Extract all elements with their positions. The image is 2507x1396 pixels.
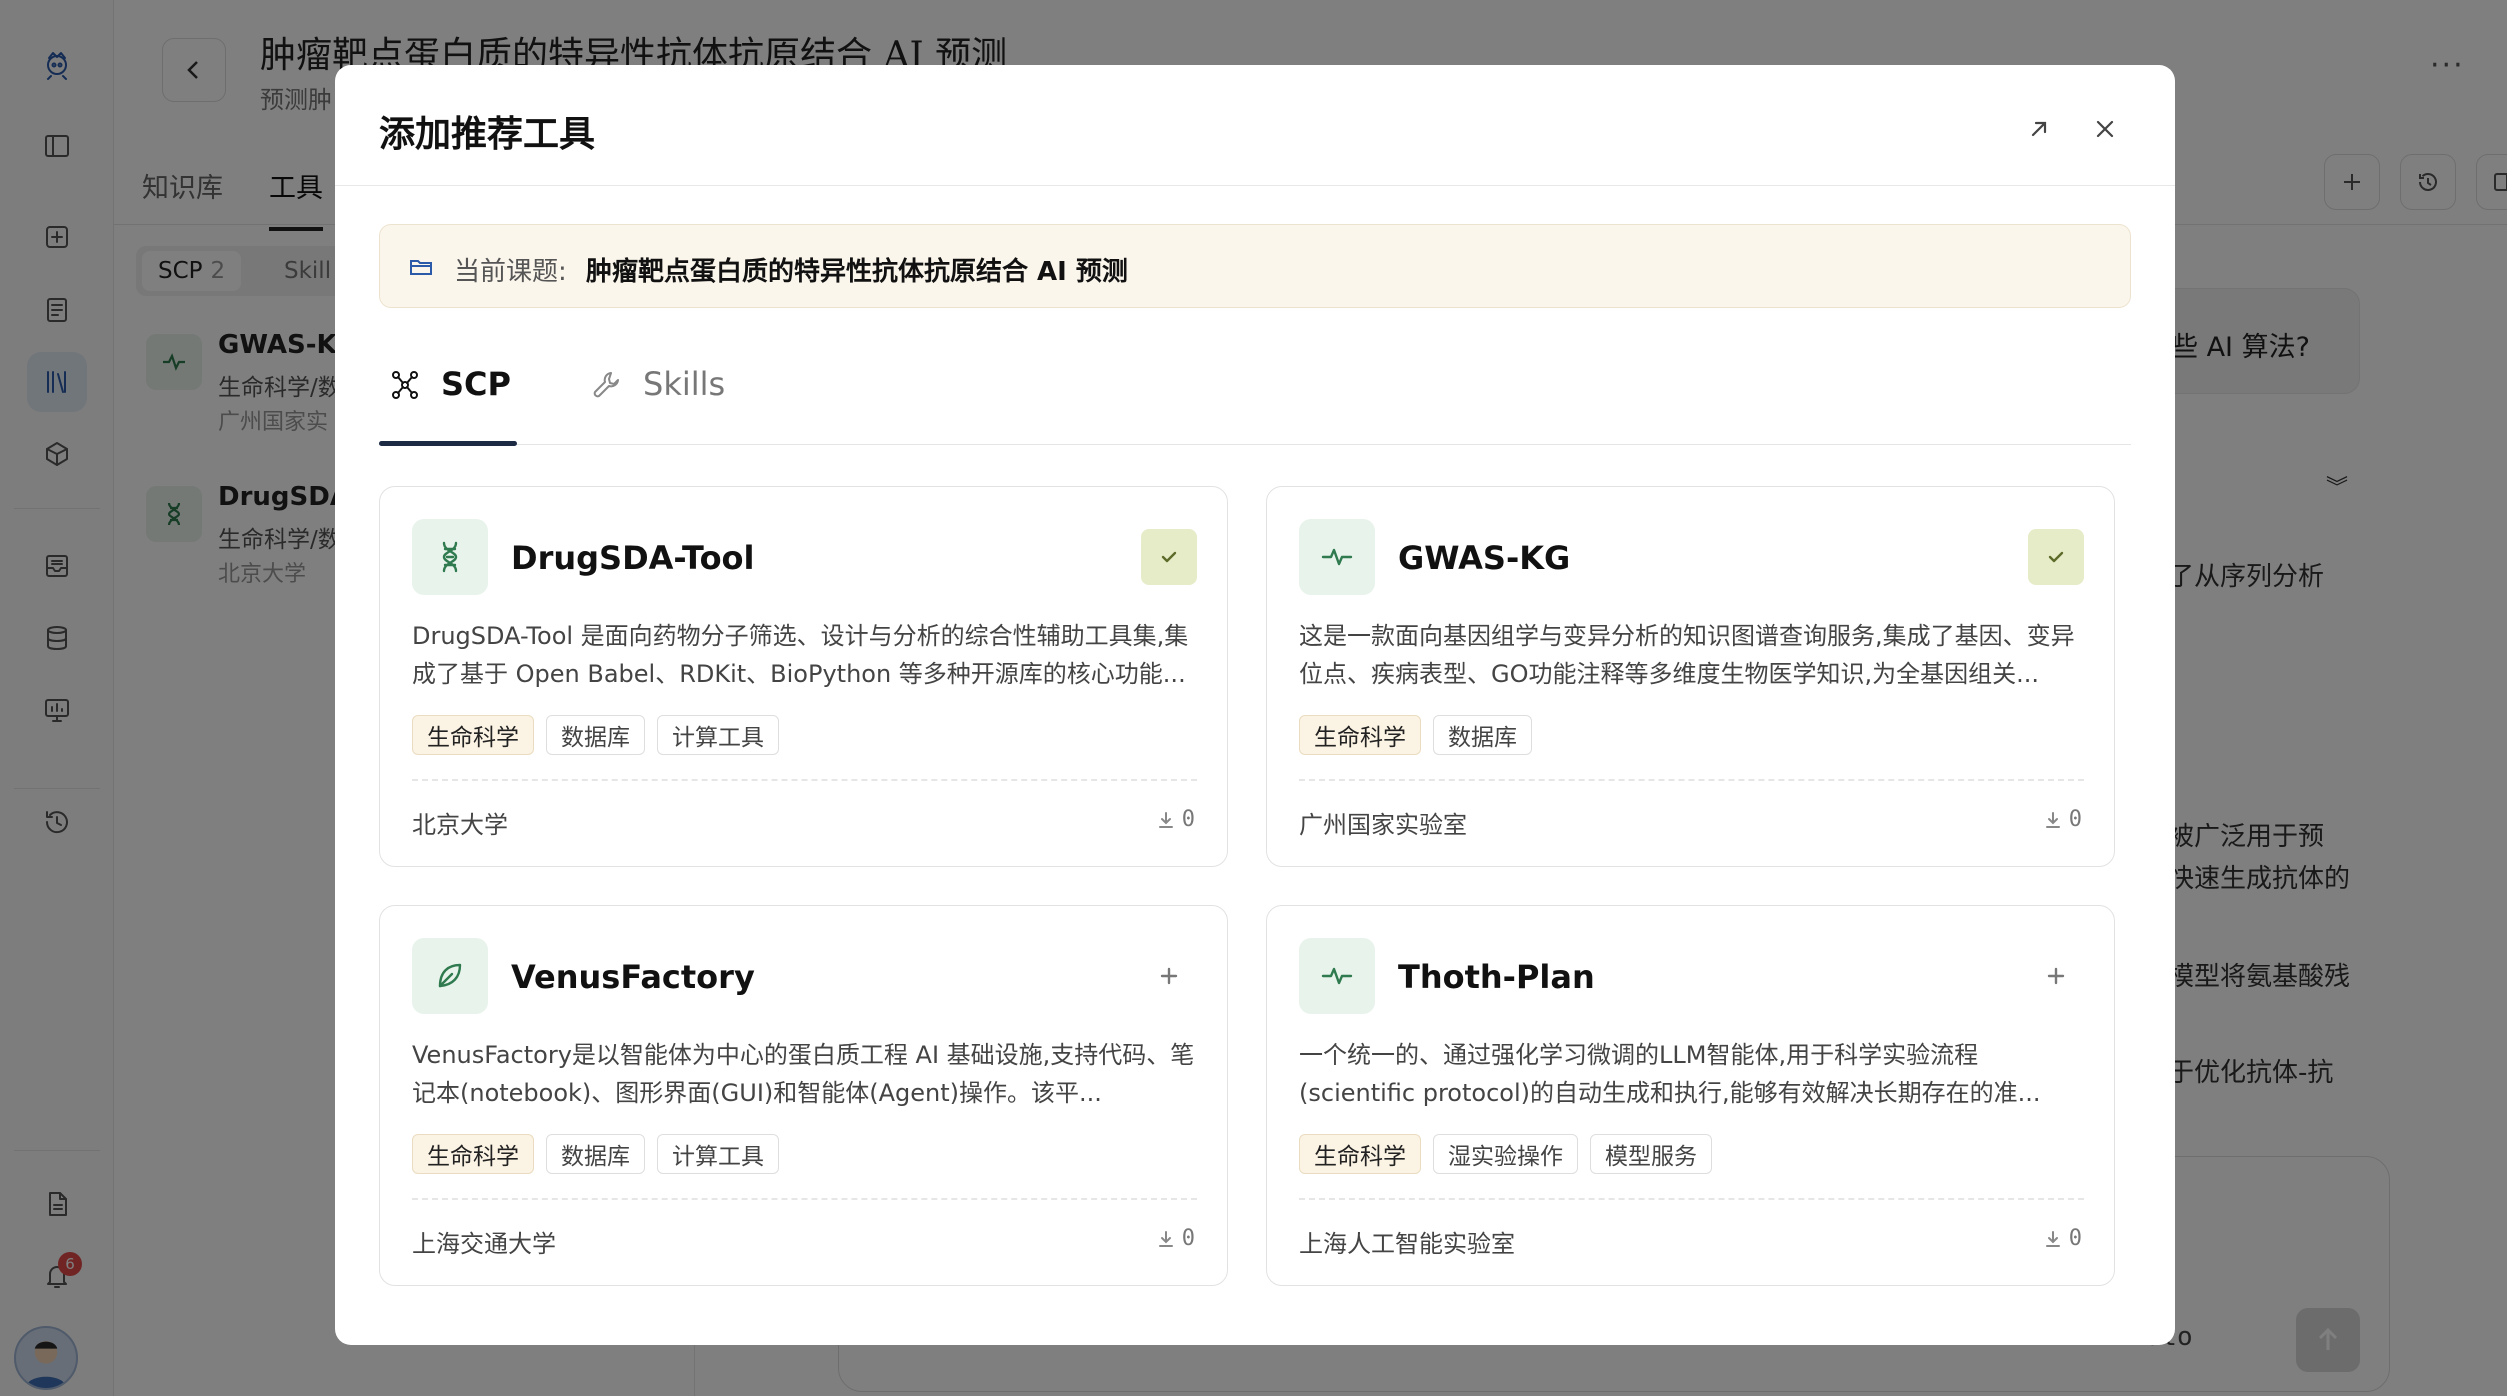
- added-check-button[interactable]: [1141, 529, 1197, 585]
- download-count: 0: [2043, 1226, 2082, 1251]
- card-divider: [412, 1198, 1197, 1200]
- tool-card-gwas-kg[interactable]: GWAS-KG 这是一款面向基因组学与变异分析的知识图谱查询服务,集成了基因、变…: [1266, 486, 2115, 867]
- check-icon: [1161, 551, 1177, 563]
- expand-icon: [2031, 121, 2047, 137]
- tool-org: 广州国家实验室: [1299, 811, 1467, 839]
- card-divider: [1299, 1198, 2084, 1200]
- tool-tags: 生命科学 数据库 计算工具: [412, 715, 779, 755]
- download-count-value: 0: [1181, 1226, 1195, 1251]
- tool-org: 上海交通大学: [412, 1230, 556, 1258]
- wrench-icon: [593, 372, 619, 398]
- tool-tags: 生命科学 湿实验操作 模型服务: [1299, 1134, 1712, 1174]
- tag: 数据库: [1433, 715, 1532, 755]
- tool-name: GWAS-KG: [1398, 539, 1571, 577]
- topic-label: 当前课题:: [454, 257, 567, 287]
- expand-button[interactable]: [2011, 101, 2067, 157]
- download-count: 0: [2043, 807, 2082, 832]
- close-icon: [2096, 120, 2114, 138]
- dna-icon: [412, 519, 488, 595]
- tag: 生命科学: [412, 1134, 534, 1174]
- network-icon: [392, 371, 418, 399]
- tab-scp-label: SCP: [441, 365, 511, 403]
- tool-tags: 生命科学 数据库: [1299, 715, 1532, 755]
- tag: 模型服务: [1590, 1134, 1712, 1174]
- download-count-value: 0: [1181, 807, 1195, 832]
- download-icon: [1158, 811, 1173, 828]
- tool-org: 北京大学: [412, 811, 508, 839]
- add-tool-button[interactable]: [2028, 948, 2084, 1004]
- plus-icon: [1160, 967, 1178, 985]
- download-count-value: 0: [2068, 807, 2082, 832]
- download-icon: [1158, 1230, 1173, 1247]
- tag: 数据库: [546, 715, 645, 755]
- pulse-icon: [1299, 938, 1375, 1014]
- download-count: 0: [1156, 807, 1195, 832]
- tab-skills-label: Skills: [643, 365, 726, 403]
- modal-header-divider: [335, 185, 2175, 186]
- added-check-button[interactable]: [2028, 529, 2084, 585]
- tool-card-drugsda-tool[interactable]: DrugSDA-Tool DrugSDA-Tool 是面向药物分子筛选、设计与分…: [379, 486, 1228, 867]
- tag: 数据库: [546, 1134, 645, 1174]
- tag: 生命科学: [412, 715, 534, 755]
- tool-card-thoth-plan[interactable]: Thoth-Plan 一个统一的、通过强化学习微调的LLM智能体,用于科学实验流…: [1266, 905, 2115, 1286]
- tool-tags: 生命科学 数据库 计算工具: [412, 1134, 779, 1174]
- modal-title: 添加推荐工具: [379, 114, 596, 155]
- topic-value: 肿瘤靶点蛋白质的特异性抗体抗原结合 AI 预测: [586, 257, 1128, 287]
- tag: 计算工具: [657, 715, 779, 755]
- folder-icon: [410, 260, 432, 275]
- tool-description: 这是一款面向基因组学与变异分析的知识图谱查询服务,集成了基因、变异位点、疾病表型…: [1299, 622, 2075, 688]
- tool-name: DrugSDA-Tool: [511, 539, 755, 577]
- card-divider: [1299, 779, 2084, 781]
- tool-name: VenusFactory: [511, 958, 755, 996]
- tool-card-venusfactory[interactable]: VenusFactory VenusFactory是以智能体为中心的蛋白质工程 …: [379, 905, 1228, 1286]
- tab-skills[interactable]: Skills: [589, 365, 725, 445]
- tool-description: VenusFactory是以智能体为中心的蛋白质工程 AI 基础设施,支持代码、…: [412, 1041, 1195, 1107]
- card-divider: [412, 779, 1197, 781]
- add-tool-button[interactable]: [1141, 948, 1197, 1004]
- download-count-value: 0: [2068, 1226, 2082, 1251]
- tab-scp[interactable]: SCP: [387, 365, 511, 445]
- download-icon: [2045, 811, 2060, 828]
- current-topic-bar: 当前课题: 肿瘤靶点蛋白质的特异性抗体抗原结合 AI 预测: [379, 224, 2131, 308]
- tag: 生命科学: [1299, 1134, 1421, 1174]
- tag: 计算工具: [657, 1134, 779, 1174]
- check-icon: [2048, 551, 2064, 563]
- leaf-icon: [412, 938, 488, 1014]
- plus-icon: [2047, 967, 2065, 985]
- tool-org: 上海人工智能实验室: [1299, 1230, 1515, 1258]
- close-button[interactable]: [2077, 101, 2133, 157]
- add-tool-modal: 添加推荐工具 当前课题: 肿瘤靶点蛋白质的特异性抗体抗原结合 AI 预测 SCP…: [335, 65, 2175, 1345]
- tool-name: Thoth-Plan: [1398, 958, 1595, 996]
- pulse-icon: [1299, 519, 1375, 595]
- active-tab-indicator: [379, 441, 517, 446]
- download-icon: [2045, 1230, 2060, 1247]
- download-count: 0: [1156, 1226, 1195, 1251]
- tag: 湿实验操作: [1433, 1134, 1578, 1174]
- tag: 生命科学: [1299, 715, 1421, 755]
- tool-description: DrugSDA-Tool 是面向药物分子筛选、设计与分析的综合性辅助工具集,集成…: [412, 622, 1189, 688]
- tool-description: 一个统一的、通过强化学习微调的LLM智能体,用于科学实验流程(scientifi…: [1299, 1041, 2041, 1107]
- tabs-divider: [379, 444, 2131, 445]
